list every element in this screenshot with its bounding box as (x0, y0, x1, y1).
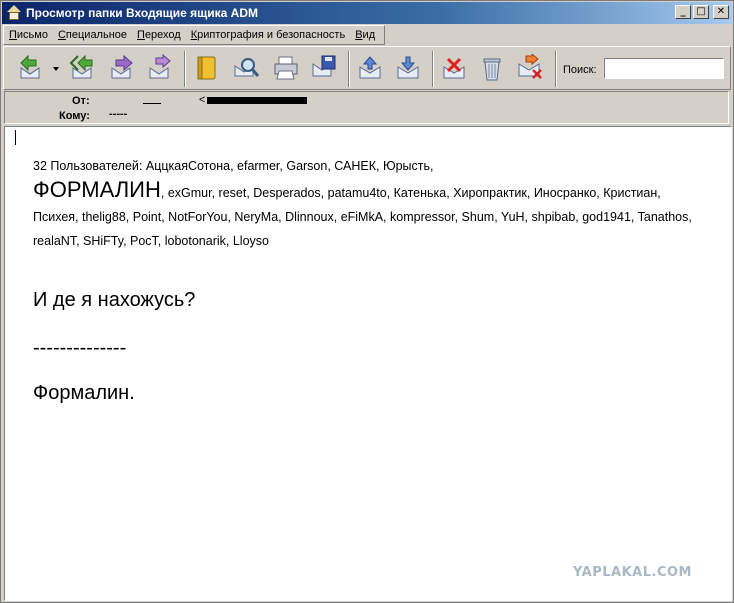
question-text: И де я нахожусь? (33, 289, 196, 311)
redaction-bar (207, 97, 307, 104)
delete-message-icon[interactable] (440, 54, 468, 82)
window-controls: _ □ ✕ (675, 5, 729, 19)
menu-go[interactable]: Переход (132, 29, 186, 41)
find-icon[interactable] (232, 54, 260, 82)
menu-bar: Письмо Специальное Переход Криптография … (3, 25, 385, 45)
forward-icon[interactable] (108, 54, 136, 82)
close-button[interactable]: ✕ (713, 5, 729, 19)
previous-message-icon[interactable] (356, 54, 384, 82)
next-message-icon[interactable] (394, 54, 422, 82)
dashes-text: -------------- (33, 337, 127, 359)
users-highlight: ФОРМАЛИН (33, 177, 161, 202)
from-label: От: (72, 95, 90, 107)
search-input[interactable] (604, 58, 724, 79)
trash-icon[interactable] (478, 54, 506, 82)
search-label: Поиск: (563, 64, 597, 76)
menu-crypto-security[interactable]: Криптография и безопасность (186, 29, 350, 41)
address-book-icon[interactable] (192, 54, 220, 82)
toolbar-separator (184, 51, 186, 87)
mail-window: Просмотр папки Входящие ящика ADM _ □ ✕ … (0, 0, 734, 603)
delete-forever-icon[interactable] (516, 54, 544, 82)
toolbar-separator (555, 51, 557, 87)
save-icon[interactable] (310, 54, 338, 82)
users-prefix: 32 Пользователей: АццкаяСотона, efarmer,… (33, 159, 434, 173)
maximize-button[interactable]: □ (693, 5, 709, 19)
chevron-down-icon[interactable] (52, 66, 60, 72)
window-title: Просмотр папки Входящие ящика ADM (26, 6, 259, 20)
toolbar: Поиск: (3, 46, 731, 90)
reply-all-icon[interactable] (68, 54, 96, 82)
signature-text: Формалин. (33, 382, 135, 404)
user-list: 32 Пользователей: АццкаяСотона, efarmer,… (33, 154, 693, 253)
message-body[interactable]: 32 Пользователей: АццкаяСотона, efarmer,… (4, 126, 732, 601)
redirect-icon[interactable] (146, 54, 174, 82)
toolbar-separator (348, 51, 350, 87)
from-value: < (199, 94, 206, 106)
toolbar-separator (432, 51, 434, 87)
menu-letter[interactable]: Письмо (4, 29, 53, 41)
minimize-button[interactable]: _ (675, 5, 691, 19)
title-bar: Просмотр папки Входящие ящика ADM _ □ ✕ (2, 2, 732, 24)
print-icon[interactable] (272, 54, 300, 82)
to-label: Кому: (59, 110, 90, 122)
watermark: YAPLAKAL.COM (573, 565, 692, 580)
message-header: От: < Кому: ----- (4, 91, 729, 124)
redaction-bar (143, 103, 161, 104)
to-value: ----- (109, 108, 128, 120)
home-folder-icon (6, 5, 22, 21)
menu-view[interactable]: Вид (350, 29, 380, 41)
menu-special[interactable]: Специальное (53, 29, 132, 41)
reply-icon[interactable] (16, 54, 44, 82)
text-caret (15, 130, 16, 145)
